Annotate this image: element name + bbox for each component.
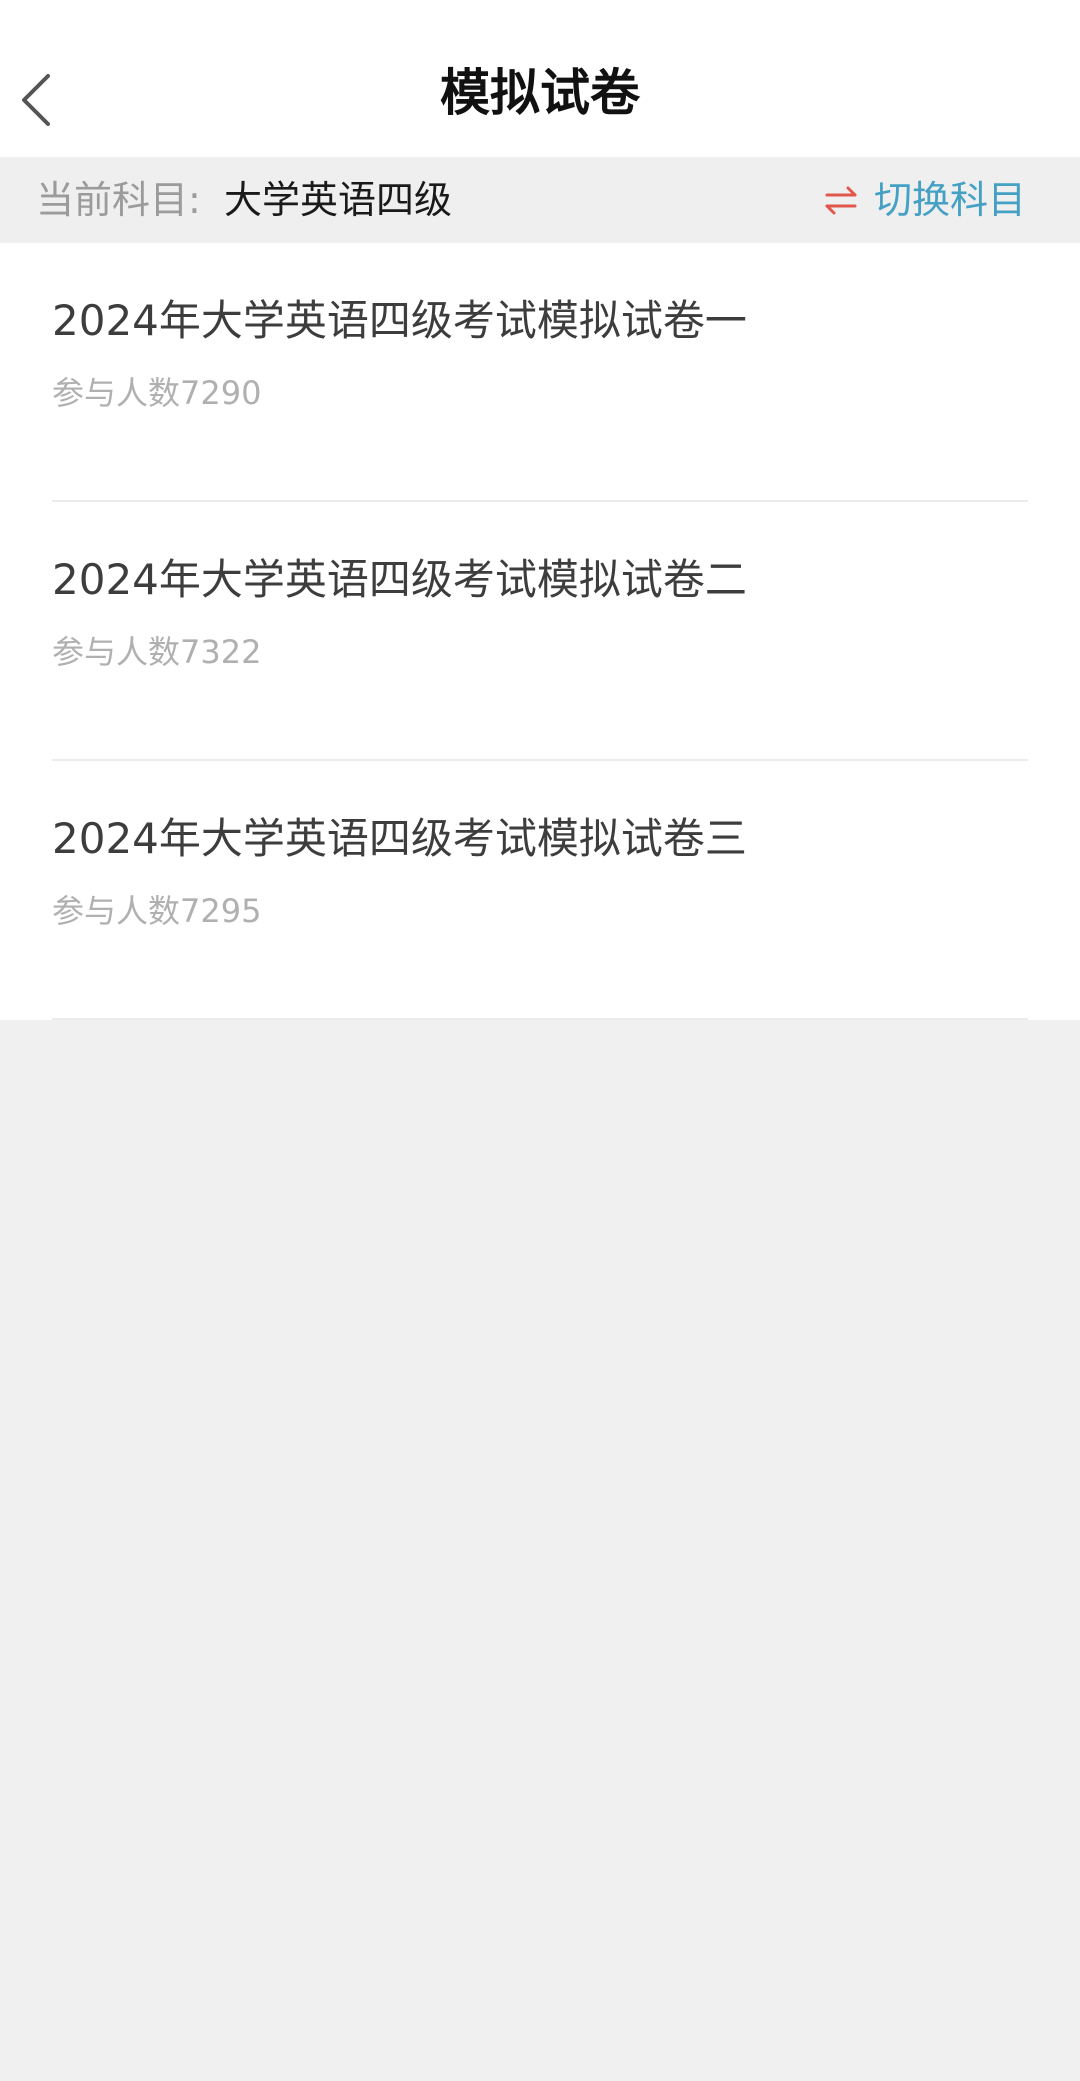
subject-bar: 当前科目: 大学英语四级 切换科目 [0, 157, 1080, 243]
paper-title: 2024年大学英语四级考试模拟试卷一 [52, 296, 747, 345]
page-title: 模拟试卷 [440, 64, 640, 122]
current-subject-label: 当前科目: [36, 178, 201, 222]
switch-subject-button[interactable]: 切换科目 [824, 171, 1026, 229]
switch-subject-label: 切换科目 [873, 178, 1026, 222]
paper-item[interactable]: 2024年大学英语四级考试模拟试卷一 参与人数7290 [0, 243, 1080, 502]
current-subject-name: 大学英语四级 [224, 178, 453, 222]
paper-participants: 参与人数7295 [52, 892, 262, 930]
swap-arrows-icon [825, 186, 857, 215]
paper-title: 2024年大学英语四级考试模拟试卷二 [52, 555, 747, 604]
app-header: 模拟试卷 [0, 0, 1080, 157]
paper-title: 2024年大学英语四级考试模拟试卷三 [52, 814, 747, 863]
paper-item[interactable]: 2024年大学英语四级考试模拟试卷二 参与人数7322 [0, 502, 1080, 761]
paper-list: 2024年大学英语四级考试模拟试卷一 参与人数7290 2024年大学英语四级考… [0, 243, 1080, 1020]
paper-participants: 参与人数7290 [52, 374, 262, 412]
paper-participants: 参与人数7322 [52, 633, 262, 671]
paper-item[interactable]: 2024年大学英语四级考试模拟试卷三 参与人数7295 [0, 761, 1080, 1020]
divider [52, 1018, 1028, 1020]
